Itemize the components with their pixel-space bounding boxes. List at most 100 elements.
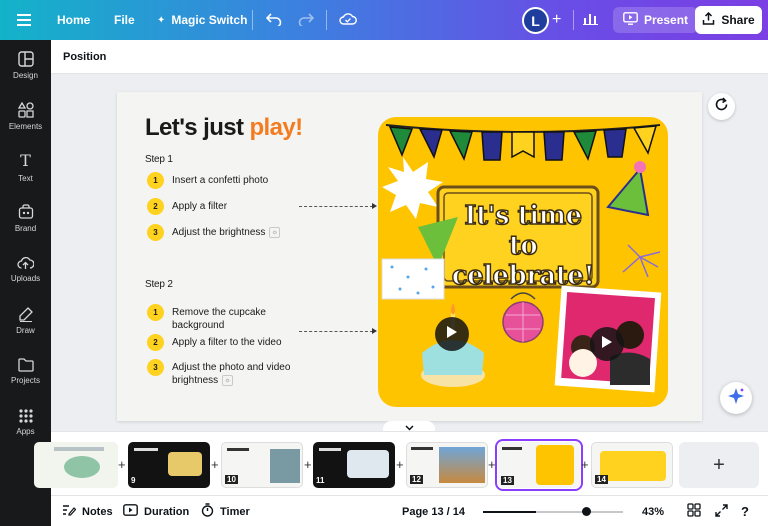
share-upload-icon [702,11,715,28]
design-icon [17,50,34,67]
sidebar-item-elements[interactable]: Elements [0,91,51,141]
step-text: Remove the cupcake background [172,307,266,331]
add-page-between-button[interactable]: + [118,458,126,471]
page-thumbnail[interactable] [34,442,118,488]
add-page-between-button[interactable]: + [396,458,404,471]
page-number: 11 [316,476,325,485]
notes-button[interactable]: Notes [62,496,113,526]
sidebar-item-apps[interactable]: Apps [0,397,51,447]
grid-view-button[interactable] [687,496,701,526]
zoom-slider[interactable] [483,507,623,516]
menu-button[interactable] [17,0,31,40]
page-number: 13 [501,476,514,485]
sidebar-item-label: Projects [11,375,40,385]
page-thumbnail[interactable]: 9 [128,442,210,488]
step-text: Apply a filter to the video [172,337,282,348]
bar-chart-icon [583,12,598,28]
sidebar-item-label: Elements [8,121,43,131]
help-question-icon: ? [741,504,749,519]
celebration-graphic[interactable]: It's time to celebrate! [378,117,668,407]
step-1-item[interactable]: 3 Adjust the brightness ☼ [147,224,281,241]
step-2-heading[interactable]: Step 2 [145,279,173,290]
step-2-item[interactable]: 1 Remove the cupcake background [147,304,287,332]
page-filmstrip: + 9 + 10 + 11 + 12 + 13 + 14 + [34,431,768,495]
step-1-item[interactable]: 1 Insert a confetti photo [147,172,268,189]
brightness-icon: ☼ [269,226,281,238]
video-play-button[interactable] [590,327,624,361]
help-button[interactable]: ? [741,496,749,526]
share-button[interactable]: Share [695,6,762,34]
present-button[interactable]: Present [613,7,699,33]
add-collaborator-button[interactable]: + [552,0,561,40]
sidebar-item-brand[interactable]: Brand [0,193,51,243]
add-page-between-button[interactable]: + [581,458,589,471]
slide-title-main: Let's just [145,114,250,141]
page-thumbnail[interactable]: 12 [406,442,488,488]
cloud-icon [339,12,357,28]
page-indicator[interactable]: Page 13 / 14 [402,496,465,526]
add-page-between-button[interactable]: + [304,458,312,471]
step-2-item[interactable]: 3 Adjust the photo and video brightness ☼ [147,359,317,387]
step-1-heading[interactable]: Step 1 [145,154,173,165]
step-number-badge: 1 [147,172,164,189]
fullscreen-button[interactable] [715,496,728,526]
zoom-slider-handle[interactable] [581,507,591,516]
redo-button[interactable] [298,0,315,40]
context-toolbar: Position [51,40,768,74]
sidebar-item-uploads[interactable]: Uploads [0,244,51,294]
zoom-level[interactable]: 43% [642,496,664,526]
cloud-save-status[interactable] [339,0,357,40]
sidebar-item-design[interactable]: Design [0,40,51,90]
page-thumbnail[interactable]: 10 [221,442,303,488]
add-page-button[interactable]: + [679,442,759,488]
duration-label: Duration [144,505,190,518]
connector-arrow-icon [372,203,377,209]
step-1-item[interactable]: 2 Apply a filter [147,198,227,215]
play-icon [446,325,458,344]
add-page-between-button[interactable]: + [488,458,496,471]
step-number-badge: 3 [147,224,164,241]
duration-button[interactable]: Duration [123,496,189,526]
sidebar-item-text[interactable]: T Text [0,142,51,192]
slide-title-accent: play! [249,114,303,141]
magic-sparkle-icon: ✦ [157,14,166,26]
home-button[interactable]: Home [57,0,90,40]
undo-button[interactable] [265,0,282,40]
regenerate-button[interactable] [708,93,735,120]
projects-icon [17,357,34,372]
video-play-button[interactable] [435,317,469,351]
sidebar-item-label: Apps [16,426,35,436]
present-screen-icon [623,12,638,28]
slide-title[interactable]: Let's just play! [145,114,303,142]
position-button[interactable]: Position [63,51,106,63]
sparkle-icon [727,387,745,410]
timer-label: Timer [220,505,250,518]
sidebar-item-draw[interactable]: Draw [0,295,51,345]
zoom-slider-fill [483,511,537,513]
notes-label: Notes [82,505,113,518]
insights-button[interactable] [583,0,598,40]
user-avatar[interactable]: L [522,7,549,34]
connector-arrow-icon [372,328,377,334]
magic-switch-label: Magic Switch [171,13,248,27]
play-icon [601,335,613,354]
page-thumbnail-selected[interactable]: 13 [495,439,583,491]
refresh-icon [714,96,729,117]
file-menu-button[interactable]: File [114,0,135,40]
sidebar-item-projects[interactable]: Projects [0,346,51,396]
add-page-between-button[interactable]: + [211,458,219,471]
step-2-item[interactable]: 2 Apply a filter to the video [147,334,282,351]
sidebar-item-label: Text [18,174,33,183]
page-thumbnail[interactable]: 14 [591,442,673,488]
duration-play-icon [123,504,138,519]
celebration-banner-text: It's time to celebrate! [448,200,598,291]
share-label: Share [721,13,755,27]
timer-button[interactable]: Timer [201,496,250,526]
page-thumbnail[interactable]: 11 [313,442,395,488]
toolbar-divider [252,10,253,30]
text-icon: T [20,151,31,170]
magic-switch-button[interactable]: ✦ Magic Switch [157,0,247,40]
magic-assistant-button[interactable] [720,382,752,414]
plus-icon: + [552,11,562,28]
slide-canvas[interactable]: Let's just play! Step 1 1 Insert a confe… [117,92,702,421]
